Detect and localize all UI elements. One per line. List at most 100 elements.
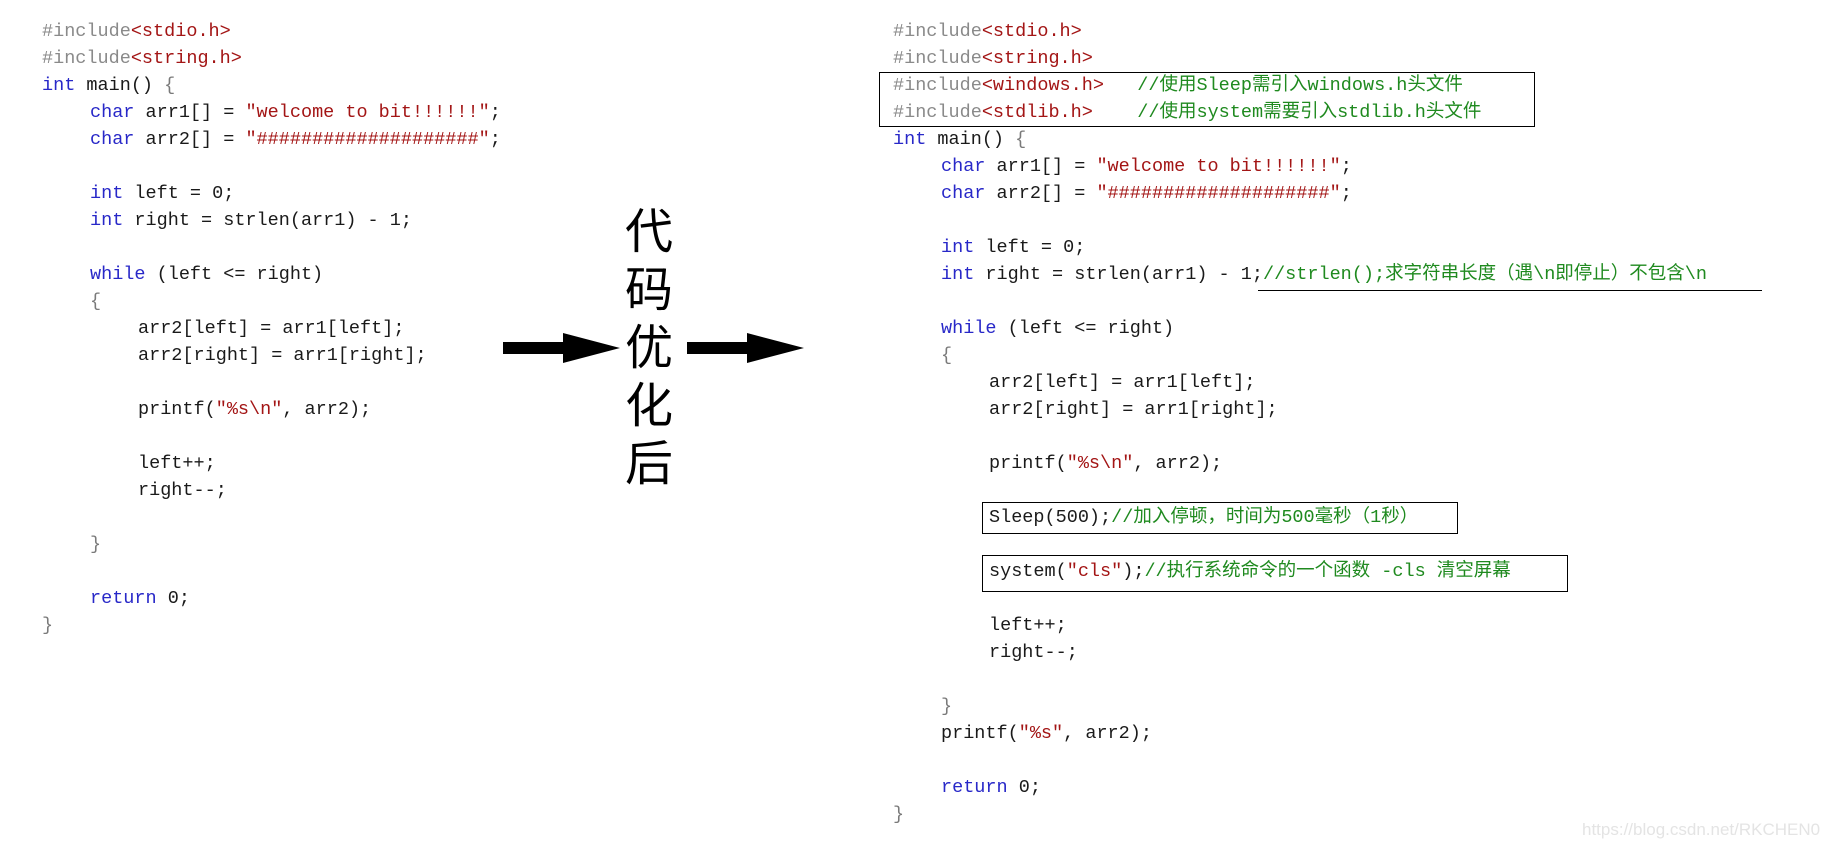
code-line: int left = 0; (893, 234, 1707, 261)
code-keyword: return (941, 777, 1008, 798)
code-string: <stdio.h> (981, 21, 1082, 42)
code-line: char arr1[] = "welcome to bit!!!!!!"; (893, 153, 1707, 180)
code-line: arr2[right] = arr1[right]; (893, 396, 1707, 423)
code-token: { (164, 75, 176, 96)
code-token: } (90, 534, 102, 555)
code-keyword: char (941, 156, 986, 177)
highlight-box-includes (879, 72, 1535, 127)
code-string: "welcome to bit!!!!!!" (1096, 156, 1341, 177)
code-token: { (1015, 129, 1027, 150)
code-string: "####################" (1096, 183, 1341, 204)
code-line: int left = 0; (42, 180, 501, 207)
code-token: ; (489, 102, 501, 123)
code-token: arr1[] = (985, 156, 1097, 177)
code-token: } (42, 615, 54, 636)
code-token: , arr2); (1063, 723, 1152, 744)
code-token: } (893, 804, 905, 825)
code-string: "####################" (245, 129, 490, 150)
code-line: left++; (893, 612, 1707, 639)
code-string: "%s\n" (1066, 453, 1134, 474)
code-string: <string.h> (981, 48, 1093, 69)
code-token: right = strlen(arr1) - 1; (974, 264, 1263, 285)
code-line: #include<stdio.h> (893, 18, 1707, 45)
code-string: "%s\n" (215, 399, 283, 420)
highlight-box-sleep (982, 502, 1458, 534)
code-preprocessor: #include (893, 48, 982, 69)
code-token: 0; (1007, 777, 1041, 798)
code-token: (left <= right) (996, 318, 1175, 339)
code-keyword: while (90, 264, 146, 285)
code-line: printf("%s\n", arr2); (893, 450, 1707, 477)
code-line: arr2[left] = arr1[left]; (893, 369, 1707, 396)
code-line: printf("%s\n", arr2); (42, 396, 501, 423)
code-line: while (left <= right) (42, 261, 501, 288)
code-token: , arr2); (1133, 453, 1223, 474)
code-comment: //strlen();求字符串长度（遇\n即停止）不包含\n (1262, 264, 1707, 285)
code-line: int right = strlen(arr1) - 1;//strlen();… (893, 261, 1707, 288)
code-token: , arr2); (282, 399, 372, 420)
code-token: printf( (941, 723, 1019, 744)
code-token: } (941, 696, 953, 717)
code-line: #include<string.h> (42, 45, 501, 72)
code-token: right = strlen(arr1) - 1; (123, 210, 412, 231)
code-line: return 0; (893, 774, 1707, 801)
code-line: right--; (42, 477, 501, 504)
right-arrow-icon (503, 333, 620, 363)
comment-underline-strlen (1258, 290, 1762, 291)
right-arrow-icon (687, 333, 804, 363)
code-line: char arr1[] = "welcome to bit!!!!!!"; (42, 99, 501, 126)
code-preprocessor: #include (42, 48, 131, 69)
code-token: { (941, 345, 953, 366)
title-char: 后 (624, 436, 673, 492)
code-token: printf( (989, 453, 1067, 474)
code-string: <string.h> (130, 48, 242, 69)
code-token: right--; (989, 642, 1078, 663)
code-before-optimization: #include<stdio.h> #include<string.h> int m… (42, 18, 501, 639)
code-token: arr2[left] = arr1[left]; (989, 372, 1256, 393)
code-keyword: int (893, 129, 927, 150)
code-token: main() (75, 75, 165, 96)
code-token: { (90, 291, 102, 312)
code-keyword: char (90, 102, 135, 123)
code-string: "%s" (1018, 723, 1064, 744)
code-line: char arr2[] = "####################"; (42, 126, 501, 153)
code-token: main() (926, 129, 1016, 150)
code-line: arr2[right] = arr1[right]; (42, 342, 501, 369)
code-line: char arr2[] = "####################"; (893, 180, 1707, 207)
code-token: arr2[] = (134, 129, 246, 150)
code-keyword: return (90, 588, 157, 609)
title-char: 码 (624, 262, 673, 318)
code-keyword: int (90, 210, 124, 231)
code-line: right--; (893, 639, 1707, 666)
code-token: right--; (138, 480, 227, 501)
code-token: ; (1340, 183, 1352, 204)
code-token: arr2[right] = arr1[right]; (989, 399, 1278, 420)
title-char: 优 (624, 320, 673, 376)
code-keyword: char (90, 129, 135, 150)
code-token: 0; (156, 588, 190, 609)
title-char: 代 (624, 204, 673, 260)
code-token: left = 0; (123, 183, 235, 204)
code-line: { (893, 342, 1707, 369)
code-line: int right = strlen(arr1) - 1; (42, 207, 501, 234)
code-keyword: while (941, 318, 997, 339)
code-line: return 0; (42, 585, 501, 612)
code-preprocessor: #include (42, 21, 131, 42)
code-line: arr2[left] = arr1[left]; (42, 315, 501, 342)
code-token: left++; (989, 615, 1067, 636)
code-line: } (42, 531, 501, 558)
code-token: arr2[right] = arr1[right]; (138, 345, 427, 366)
code-line: #include<string.h> (893, 45, 1707, 72)
code-line: left++; (42, 450, 501, 477)
title-char: 化 (624, 378, 673, 434)
code-token: ; (489, 129, 501, 150)
highlight-box-system (982, 555, 1568, 592)
